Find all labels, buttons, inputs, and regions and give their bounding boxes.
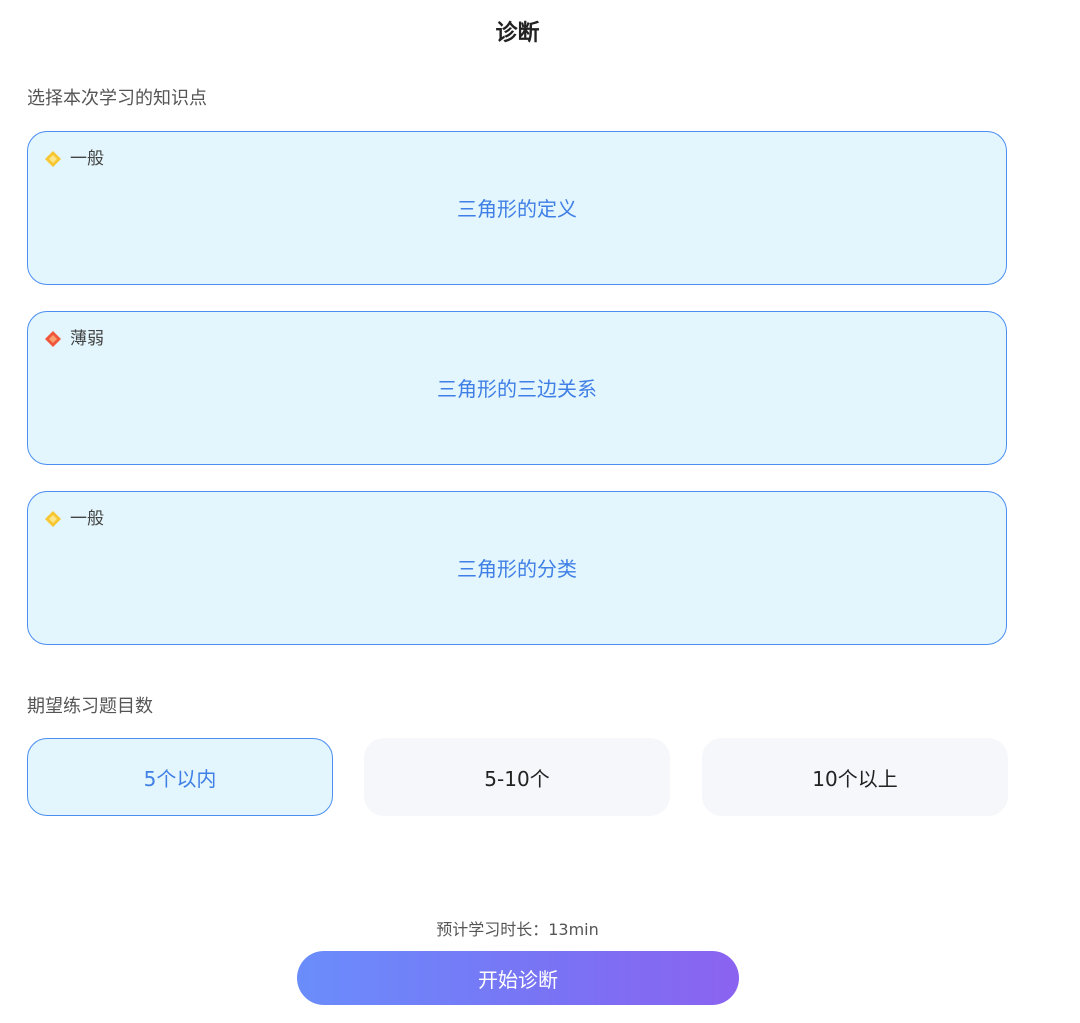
start-diagnosis-button[interactable]: 开始诊断: [297, 951, 739, 1005]
quantity-option-10-or-more[interactable]: 10个以上: [702, 738, 1008, 816]
knowledge-level-label: 薄弱: [70, 329, 104, 349]
knowledge-section-label: 选择本次学习的知识点: [27, 88, 207, 109]
knowledge-level: 一般: [44, 508, 104, 530]
quantity-option-5-to-10[interactable]: 5-10个: [364, 738, 670, 816]
knowledge-card[interactable]: 一般 三角形的分类: [27, 491, 1007, 645]
yellow-diamond-icon: [45, 511, 61, 527]
quantity-option-5-or-less[interactable]: 5个以内: [27, 738, 333, 816]
knowledge-card[interactable]: 薄弱 三角形的三边关系: [27, 311, 1007, 465]
knowledge-name: 三角形的分类: [457, 557, 577, 581]
estimated-duration: 预计学习时长：13min: [436, 920, 599, 939]
red-diamond-icon: [45, 331, 61, 347]
knowledge-level-label: 一般: [70, 509, 104, 529]
knowledge-name: 三角形的三边关系: [437, 377, 597, 401]
knowledge-level: 薄弱: [44, 328, 104, 350]
knowledge-level: 一般: [44, 148, 104, 170]
knowledge-card[interactable]: 一般 三角形的定义: [27, 131, 1007, 285]
knowledge-name: 三角形的定义: [457, 197, 577, 221]
knowledge-level-label: 一般: [70, 149, 104, 169]
quantity-section-label: 期望练习题目数: [27, 696, 153, 717]
diagnosis-page: 诊断 选择本次学习的知识点 一般 三角形的定义 薄弱 三角形的三边关系 一般 三…: [0, 0, 1080, 1023]
page-title: 诊断: [495, 21, 540, 46]
yellow-diamond-icon: [45, 151, 61, 167]
